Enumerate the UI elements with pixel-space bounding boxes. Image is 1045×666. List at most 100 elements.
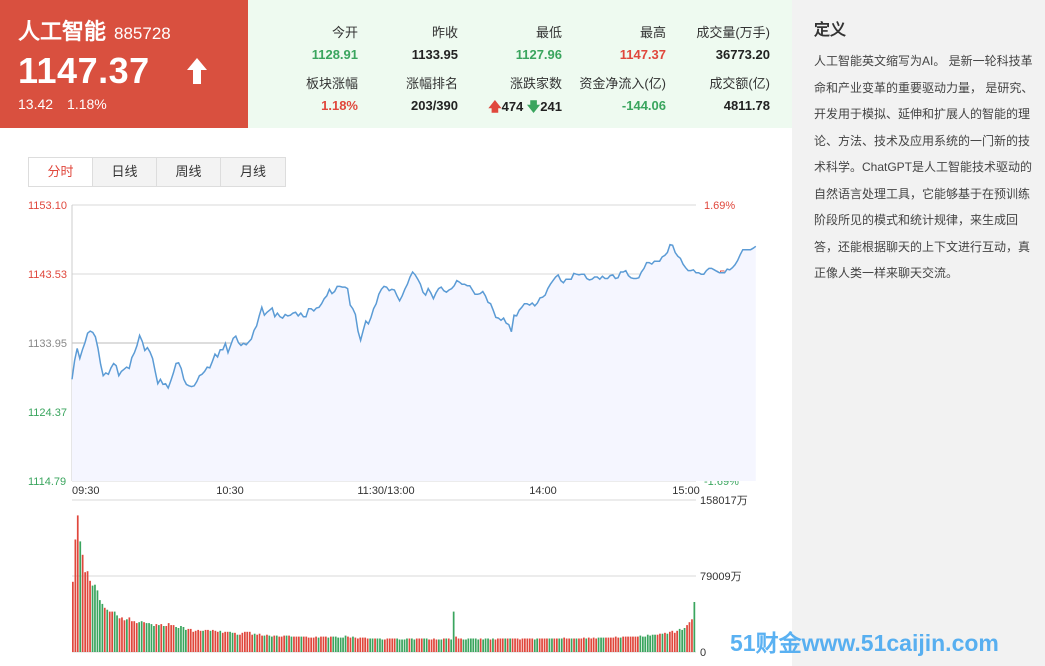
volume-bar [445, 638, 448, 652]
volume-bar [541, 638, 543, 652]
volume-bar [474, 638, 477, 652]
volume-bar [187, 628, 190, 652]
volume-bar [113, 611, 116, 652]
volume-bar [258, 633, 261, 652]
volume-bar [251, 634, 254, 652]
tab-daily[interactable]: 日线 [93, 158, 157, 186]
time-tick-label: 10:30 [216, 485, 244, 497]
tab-weekly[interactable]: 周线 [157, 158, 221, 186]
volume-bar [548, 638, 551, 652]
volume-bar [359, 637, 362, 652]
volume-bar [669, 631, 671, 652]
volume-bar [610, 637, 612, 652]
definition-title: 定义 [814, 22, 847, 39]
volume-bar [624, 636, 627, 652]
volume-bar [393, 638, 396, 652]
volume-bar [337, 637, 340, 652]
volume-bar [408, 638, 411, 652]
volume-bar [487, 638, 489, 652]
volume-bar [167, 623, 170, 652]
volume-bar [204, 629, 207, 652]
volume-bar [263, 635, 266, 652]
volume-bar [135, 623, 138, 652]
volume-bar [573, 638, 575, 652]
volume-bar [661, 633, 664, 652]
volume-bar [374, 638, 376, 652]
volume-bar [629, 636, 632, 652]
volume-bar [192, 631, 195, 652]
volume-bar [317, 637, 320, 652]
volume-bar [497, 638, 499, 652]
price-tick-label: 1153.10 [28, 200, 67, 212]
volume-bar [182, 627, 185, 652]
tab-monthly[interactable]: 月线 [221, 158, 285, 186]
volume-bar [447, 638, 450, 652]
volume-bar [504, 638, 507, 652]
stat-up-down-count: 涨跌家数 🡅474 🡇241 [488, 76, 562, 114]
price-change: 13.42 [18, 96, 54, 112]
volume-bar [499, 638, 502, 652]
volume-bar [659, 633, 661, 652]
volume-bar [214, 630, 217, 652]
definition-text: 人工智能英文缩写为AI。 是新一轮科技革命和产业变革的重要驱动力量， 是研究、开… [814, 54, 1034, 280]
volume-bar [288, 635, 290, 652]
volume-bar [150, 624, 153, 652]
definition-panel: 定义 人工智能英文缩写为AI。 是新一轮科技革命和产业变革的重要驱动力量， 是研… [792, 0, 1045, 666]
volume-bar [538, 638, 541, 652]
volume-bar [524, 638, 526, 652]
volume-bar [575, 638, 578, 652]
volume-bar [91, 585, 94, 652]
tab-intraday[interactable]: 分时 [29, 158, 93, 186]
volume-bar [602, 637, 605, 652]
volume-bar [354, 637, 357, 652]
volume-bar [361, 637, 364, 652]
volume-bar [634, 636, 637, 652]
index-name: 人工智能 [18, 19, 107, 44]
volume-bar [691, 619, 693, 652]
volume-bar [465, 639, 467, 652]
volume-bar [479, 638, 482, 652]
volume-bar [605, 637, 607, 652]
volume-bar [649, 635, 652, 652]
volume-bar [330, 636, 332, 652]
volume-bar [403, 639, 406, 652]
volume-bar [216, 631, 219, 652]
volume-bar [199, 630, 202, 652]
volume-bar [489, 639, 492, 652]
volume-bar [79, 541, 82, 652]
volume-bar [197, 629, 200, 652]
volume-bar [379, 638, 381, 652]
volume-bar [339, 637, 342, 652]
volume-bar [639, 635, 642, 652]
volume-bar [617, 637, 620, 652]
volume-bar [369, 638, 372, 652]
volume-bar [74, 539, 77, 652]
volume-bar [248, 631, 251, 652]
volume-bar [175, 627, 177, 652]
volume-bar [666, 633, 669, 652]
volume-bar [293, 636, 295, 652]
index-code: 885728 [114, 24, 171, 43]
volume-bar [160, 624, 163, 652]
stat-rank: 涨幅排名 203/390 [405, 76, 458, 113]
volume-bar [501, 638, 504, 652]
volume-bar [597, 637, 600, 652]
volume-bar [683, 628, 686, 652]
volume-bar [435, 639, 438, 652]
volume-bar [266, 634, 268, 652]
volume-bar [81, 554, 84, 652]
volume-bar [352, 636, 354, 652]
page-root: 人工智能 885728 1147.37 13.42 1.18% 今开 1128.… [0, 0, 1045, 666]
volume-bar [177, 628, 180, 652]
volume-bar [344, 635, 347, 652]
volume-bar [307, 637, 310, 652]
site-watermark: 51财金www.51caijin.com [730, 630, 999, 656]
volume-bar [595, 638, 598, 652]
time-tick-label: 09:30 [72, 485, 100, 497]
time-tick-label: 15:00 [672, 485, 700, 497]
volume-bar [568, 638, 571, 652]
volume-bar [320, 636, 322, 652]
volume-bar [388, 638, 391, 652]
volume-bar [656, 634, 659, 652]
volume-bar [278, 636, 281, 652]
